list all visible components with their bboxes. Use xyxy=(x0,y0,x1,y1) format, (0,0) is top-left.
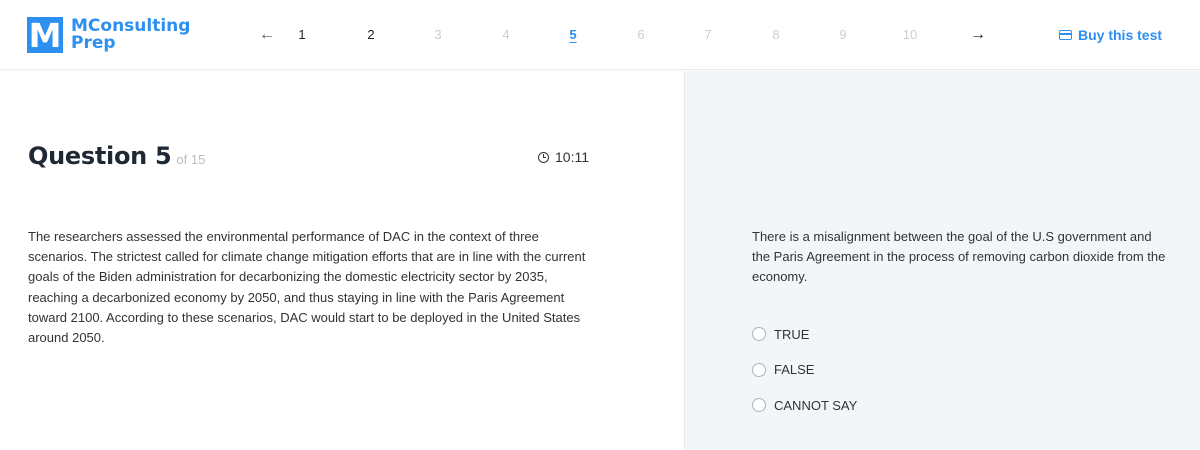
option-cannot-say[interactable]: CANNOT SAY xyxy=(752,394,857,416)
answer-options: TRUE FALSE CANNOT SAY xyxy=(752,323,857,430)
page-4-button[interactable]: 4 xyxy=(491,22,521,48)
question-passage: The researchers assessed the environment… xyxy=(28,229,586,346)
question-title: Question 5 xyxy=(28,142,172,170)
option-true-label: TRUE xyxy=(774,326,810,342)
option-cannot-say-label: CANNOT SAY xyxy=(774,397,858,413)
question-timer: 10:11 xyxy=(538,149,589,165)
page-1-button[interactable]: 1 xyxy=(287,22,317,48)
option-false-label: FALSE xyxy=(774,362,815,377)
clock-icon xyxy=(538,151,549,163)
buy-test-button[interactable]: Buy this test xyxy=(1059,24,1162,46)
page-6-button[interactable]: 6 xyxy=(626,22,656,48)
answer-statement: There is a misalignment between the goal… xyxy=(752,229,1166,285)
page-3-button[interactable]: 3 xyxy=(423,22,453,48)
buy-test-label: Buy this test xyxy=(1078,27,1163,43)
option-false-radio[interactable] xyxy=(752,362,766,377)
arrow-right-icon[interactable]: → xyxy=(963,22,993,48)
question-pager: ← 1 2 3 4 5 6 7 8 9 10 → xyxy=(0,22,1200,48)
option-cannot-say-radio[interactable] xyxy=(752,398,766,412)
credit-card-icon xyxy=(1059,30,1072,40)
page-7-button[interactable]: 7 xyxy=(693,22,723,48)
question-count: of 15 xyxy=(176,152,206,167)
page-8-button[interactable]: 8 xyxy=(761,22,791,48)
question-heading: Question 5 of 15 xyxy=(28,142,205,170)
option-true[interactable]: TRUE xyxy=(752,323,857,345)
page-9-button[interactable]: 9 xyxy=(828,22,858,48)
arrow-left-icon[interactable]: ← xyxy=(252,22,282,48)
top-navbar: M MConsulting Prep ← 1 2 3 4 5 6 7 8 9 1… xyxy=(0,0,1200,70)
timer-value: 10:11 xyxy=(555,149,589,165)
page-5-button[interactable]: 5 xyxy=(558,22,588,48)
page-2-button[interactable]: 2 xyxy=(356,22,386,48)
page-10-button[interactable]: 10 xyxy=(895,22,925,48)
option-false[interactable]: FALSE xyxy=(752,359,857,381)
option-true-radio[interactable] xyxy=(752,327,766,341)
